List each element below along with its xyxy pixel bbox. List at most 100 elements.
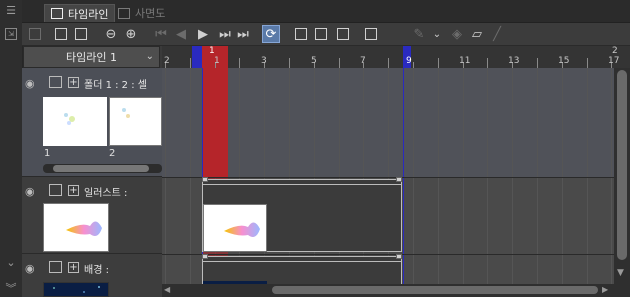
eye-icon[interactable]: ◉: [25, 262, 39, 275]
new-animation-cell-icon[interactable]: [312, 25, 330, 43]
eye-icon[interactable]: ◉: [25, 77, 39, 90]
layer-thumbnail[interactable]: [43, 282, 109, 297]
new-cell-icon[interactable]: [292, 25, 310, 43]
ruler-number: 15: [558, 56, 570, 66]
tab-timeline-label: 타임라인: [68, 7, 109, 21]
timeline-toolbar: ⊖ ⊕ ⏮ ◀ ▶ ⏭ ⏭ ⟳ ✎ ⌄ ◈ ▱ ╱: [22, 23, 630, 46]
layer-name: 배경 :: [84, 265, 109, 276]
illustration-image: [224, 222, 260, 237]
tab-bar: 타임라인 사면도: [22, 0, 630, 23]
cell-sketch-image: [122, 108, 130, 118]
ruler-tick: [487, 58, 488, 68]
cell-number: 1: [44, 148, 51, 159]
chevron-down-icon[interactable]: ⌄: [4, 256, 18, 269]
last-frame-icon[interactable]: ⏭: [234, 25, 252, 43]
loop-icon[interactable]: ⟳: [262, 25, 280, 43]
layer-name: 폴더 1 : 2 : 셀: [84, 80, 147, 91]
background-image: [53, 286, 100, 293]
scroll-down-icon[interactable]: ▼: [617, 268, 624, 278]
layer-thumbnail[interactable]: [43, 203, 109, 252]
zoom-in-icon[interactable]: ⊕: [122, 25, 140, 43]
chevron-down-icon: ⌄: [145, 51, 154, 62]
ruler-tick: [587, 58, 588, 68]
vertical-scrollbar[interactable]: ▼: [614, 68, 630, 287]
row-separator: [162, 254, 614, 255]
timeline-cell-thumbnail[interactable]: [203, 204, 267, 252]
horizontal-scrollbar[interactable]: ◀ ▶: [162, 284, 630, 297]
cell-sketch-image: [64, 113, 75, 125]
first-frame-icon[interactable]: ⏮: [152, 25, 170, 43]
ruler-tick: [537, 58, 538, 68]
ruler-tick: [438, 58, 439, 68]
ruler-number: 5: [311, 56, 317, 66]
cell-span-bar: [203, 261, 401, 262]
playhead-column-folder: [202, 68, 228, 177]
tab-side-view[interactable]: 사면도: [112, 4, 171, 22]
scrollbar-thumb[interactable]: [272, 286, 598, 294]
expand-icon[interactable]: +: [68, 262, 79, 273]
layer-name: 일러스트 :: [84, 188, 128, 199]
frame-ruler[interactable]: 1 9 2 1 3 5 7 11 13 15 2 17: [162, 46, 630, 69]
cell-span-bar: [203, 184, 401, 185]
timeline-select[interactable]: 타임라인 1 ⌄: [23, 46, 160, 68]
cell-handle[interactable]: [202, 177, 208, 182]
layer-row-illustration[interactable]: ◉ + 일러스트 :: [22, 177, 162, 254]
layer-row-folder[interactable]: ◉ + 폴더 1 : 2 : 셀 1 2: [22, 68, 162, 177]
next-frame-icon[interactable]: ⏭: [216, 25, 234, 43]
cell-scrollbar[interactable]: [43, 164, 162, 173]
ruler-number: 11: [459, 56, 471, 66]
layer-icon[interactable]: [26, 25, 44, 43]
light-table-icon[interactable]: ▱: [468, 25, 486, 43]
range-start-marker[interactable]: [192, 46, 202, 68]
scrollbar-thumb[interactable]: [53, 165, 149, 172]
ruler-tick: [289, 58, 290, 68]
side-view-tab-icon: [118, 7, 130, 19]
cell-number: 2: [109, 148, 116, 159]
playhead-frame-label: 1: [209, 46, 215, 56]
prev-frame-icon[interactable]: ◀: [172, 25, 190, 43]
new-folder-timeline-icon[interactable]: [52, 25, 70, 43]
ruler-number: 7: [360, 56, 366, 66]
ruler-number: 13: [508, 56, 520, 66]
track-area[interactable]: [162, 68, 614, 287]
ruler-number: 1: [214, 56, 220, 66]
illustration-image: [66, 221, 102, 236]
timeline-select-value: 타임라인 1: [66, 51, 117, 64]
scrollbar-thumb[interactable]: [617, 70, 627, 260]
dropdown-icon[interactable]: ⌄: [428, 25, 446, 43]
cell-handle[interactable]: [396, 177, 402, 182]
scroll-right-icon[interactable]: ▶: [602, 285, 608, 294]
panel-toggle-icon[interactable]: ⇲: [5, 28, 17, 40]
tab-timeline[interactable]: 타임라인: [44, 4, 116, 22]
scroll-left-icon[interactable]: ◀: [164, 285, 170, 294]
menu-icon[interactable]: ☰: [4, 4, 18, 17]
cell-handle[interactable]: [396, 254, 402, 259]
side-strip: ☰ ⇲ ⌄ ︾: [0, 0, 23, 297]
cell-handle[interactable]: [202, 254, 208, 259]
double-chevron-down-icon[interactable]: ︾: [4, 280, 18, 296]
timeline-settings-icon[interactable]: [72, 25, 90, 43]
ruler-tick: [388, 58, 389, 68]
onion-skin-icon[interactable]: ◈: [448, 25, 466, 43]
cell-thumbnail[interactable]: [43, 97, 107, 146]
play-icon[interactable]: ▶: [194, 25, 212, 43]
ruler-number: 2: [612, 46, 618, 56]
cell-thumbnail[interactable]: [109, 97, 162, 146]
eye-icon[interactable]: ◉: [25, 185, 39, 198]
raster-layer-icon: [49, 184, 62, 196]
range-end-label: 9: [406, 56, 412, 66]
zoom-out-icon[interactable]: ⊖: [102, 25, 120, 43]
ruler-number: 17: [608, 56, 620, 66]
row-separator: [162, 177, 614, 178]
layer-row-background[interactable]: ◉ + 배경 :: [22, 254, 162, 297]
expand-icon[interactable]: +: [68, 77, 79, 88]
keyframe-icon[interactable]: ✎: [410, 25, 428, 43]
tab-side-view-label: 사면도: [135, 7, 166, 20]
expand-icon[interactable]: +: [68, 185, 79, 196]
pen-icon[interactable]: ╱: [488, 25, 506, 43]
raster-layer-icon: [49, 261, 62, 273]
layer-panel: ◉ + 폴더 1 : 2 : 셀 1 2 ◉ + 일러스트 : ◉ + 배경:: [22, 68, 162, 297]
cell-copy-icon[interactable]: [362, 25, 380, 43]
ruler-number: 3: [261, 56, 267, 66]
specify-cell-icon[interactable]: [334, 25, 352, 43]
